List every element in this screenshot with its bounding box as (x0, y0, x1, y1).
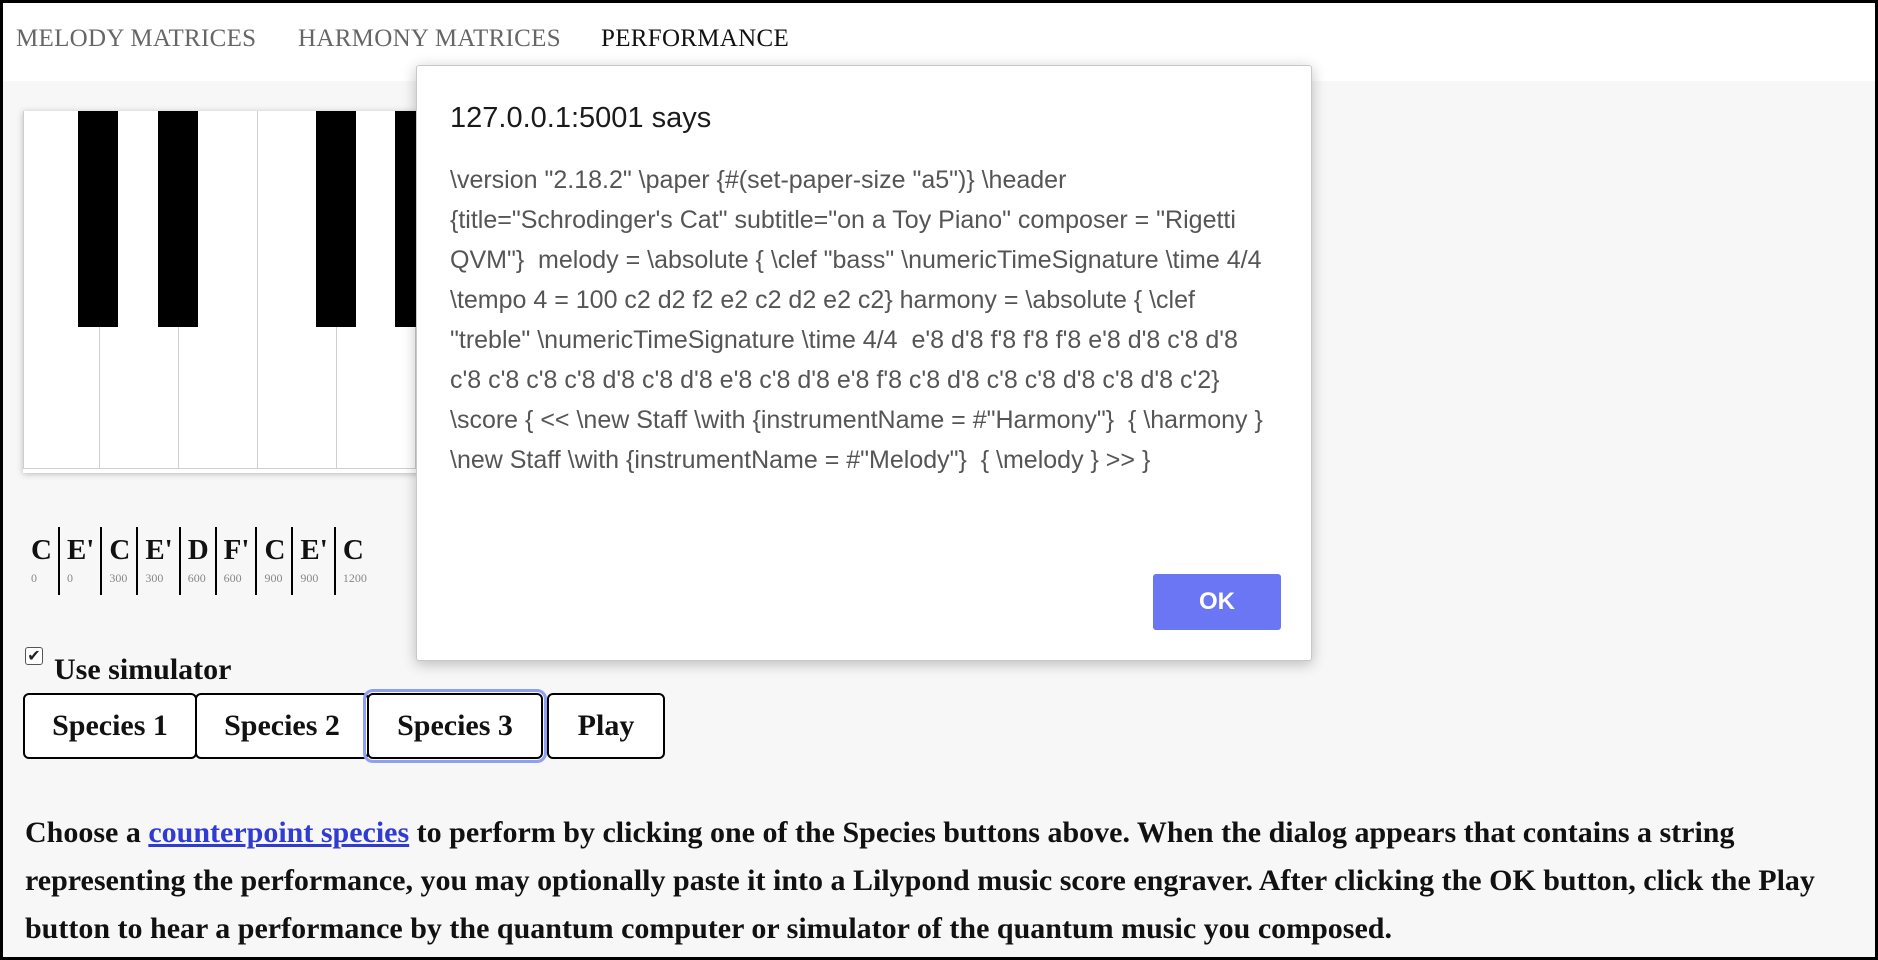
note-time: 600 (187, 571, 206, 585)
instructions-intro: Choose a (25, 816, 149, 849)
piano-keyboard (23, 111, 443, 473)
use-simulator-label: Use simulator (54, 653, 232, 686)
ok-button[interactable]: OK (1153, 574, 1281, 630)
note-letter: C (342, 534, 364, 566)
note-sequence: C 0 E' 0 C 300 E' 300 D 600 F' 600 C 900… (23, 527, 373, 597)
note-cell: C 300 (100, 527, 136, 595)
species-3-button[interactable]: Species 3 (363, 689, 547, 763)
note-letter: D (187, 534, 209, 566)
species-2-button[interactable]: Species 2 (195, 693, 369, 759)
nav-melody-matrices[interactable]: MELODY MATRICES (16, 25, 256, 53)
note-time: 900 (300, 571, 319, 585)
dialog-title: 127.0.0.1:5001 says (450, 102, 712, 134)
note-cell: E' 900 (291, 527, 333, 595)
nav-harmony-matrices[interactable]: HARMONY MATRICES (298, 25, 561, 53)
note-cell: D 600 (178, 527, 215, 595)
piano-black-key[interactable] (78, 111, 118, 327)
note-cell: C 900 (255, 527, 291, 595)
note-cell: C 0 (23, 527, 58, 595)
use-simulator-checkbox[interactable]: ✔ (25, 647, 43, 665)
note-cell: E' 0 (57, 527, 100, 595)
note-cell: C 1200 (333, 527, 373, 595)
note-time: 600 (223, 571, 242, 585)
counterpoint-species-link[interactable]: counterpoint species (148, 816, 409, 849)
note-time: 0 (66, 571, 73, 585)
note-letter: C (264, 534, 286, 566)
note-time: 300 (109, 571, 128, 585)
note-time: 900 (264, 571, 283, 585)
note-letter: F' (223, 534, 250, 566)
dialog-message: \version "2.18.2" \paper {#(set-paper-si… (450, 166, 1270, 474)
note-letter: C (109, 534, 131, 566)
note-letter: E' (300, 534, 328, 566)
play-button[interactable]: Play (547, 693, 665, 759)
note-time: 300 (145, 571, 164, 585)
note-cell: F' 600 (214, 527, 256, 595)
note-letter: C (31, 534, 52, 566)
alert-dialog: 127.0.0.1:5001 says \version "2.18.2" \p… (416, 65, 1312, 661)
note-letter: E' (145, 534, 173, 566)
piano-black-key[interactable] (158, 111, 198, 327)
note-time: 0 (31, 571, 37, 585)
note-time: 1200 (342, 571, 367, 585)
note-letter: E' (66, 534, 95, 566)
nav-performance[interactable]: PERFORMANCE (601, 25, 789, 53)
instructions-text: Choose a counterpoint species to perform… (25, 809, 1865, 953)
piano-black-key[interactable] (316, 111, 356, 327)
note-cell: E' 300 (136, 527, 178, 595)
species-1-button[interactable]: Species 1 (23, 693, 197, 759)
simulator-toggle: ✔ Use simulator (25, 645, 231, 687)
app-frame: MELODY MATRICES HARMONY MATRICES PERFORM… (0, 0, 1878, 960)
